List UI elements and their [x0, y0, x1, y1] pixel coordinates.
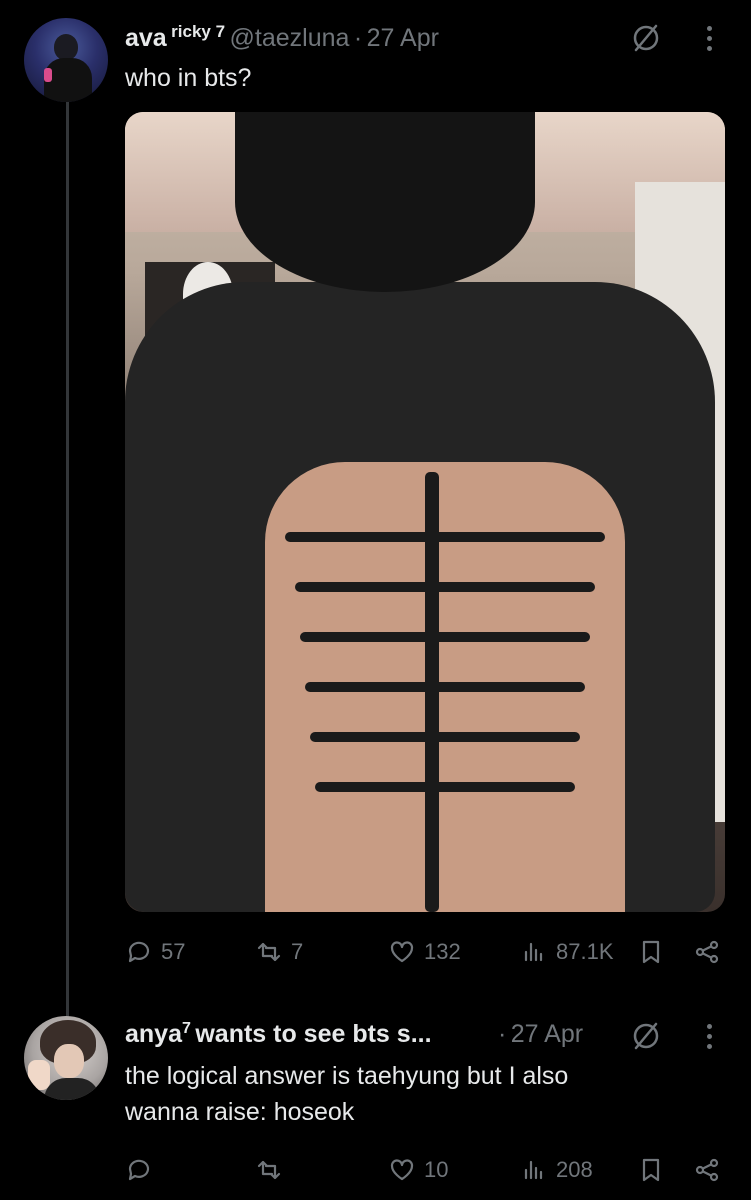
name-suffix[interactable]: ricky 7: [171, 22, 225, 41]
like-button[interactable]: 132: [388, 932, 461, 972]
tweet-image[interactable]: [125, 112, 725, 912]
avatar[interactable]: [24, 18, 108, 102]
like-count: 10: [424, 1157, 449, 1182]
reply-icon: [128, 1159, 150, 1181]
reply-header: anya7 wants to see bts s...: [125, 1020, 432, 1049]
grok-icon[interactable]: [630, 1020, 662, 1052]
date[interactable]: 27 Apr: [511, 1020, 583, 1048]
more-icon[interactable]: [704, 26, 714, 56]
separator: ·: [498, 1020, 507, 1048]
repost-button[interactable]: [255, 1150, 291, 1190]
more-icon[interactable]: [704, 1024, 714, 1054]
reply-button[interactable]: [125, 1150, 161, 1190]
repost-count: 7: [291, 939, 304, 964]
reply-button[interactable]: 57: [125, 932, 185, 972]
like-icon: [390, 941, 414, 963]
name-superscript[interactable]: 7: [182, 1020, 191, 1037]
grok-icon[interactable]: [630, 22, 662, 54]
views-count: 208: [556, 1157, 593, 1182]
reply-icon: [128, 941, 150, 963]
thread-line: [66, 100, 69, 1018]
like-count: 132: [424, 939, 461, 964]
tweet-header: ava ricky 7 @taezluna · 27 Apr: [125, 22, 439, 53]
views-count: 87.1K: [556, 939, 614, 964]
display-name[interactable]: ava: [125, 24, 167, 52]
bookmark-icon: [642, 1158, 660, 1182]
reply-text-line-1: the logical answer is taehyung but I als…: [125, 1062, 569, 1090]
views-icon: [524, 1160, 543, 1180]
reply-actions: 10 208: [125, 1150, 725, 1190]
separator: ·: [353, 24, 363, 52]
reply-count: 57: [161, 939, 186, 964]
like-icon: [390, 1159, 414, 1181]
share-icon: [695, 940, 719, 964]
share-button[interactable]: [693, 932, 721, 972]
display-name-rest[interactable]: wants to see bts s...: [195, 1020, 431, 1048]
avatar-figure: [54, 34, 78, 60]
share-button[interactable]: [693, 1150, 721, 1190]
views-icon: [524, 942, 543, 962]
views-button[interactable]: 87.1K: [520, 932, 614, 972]
tweet-text: who in bts?: [125, 64, 252, 92]
bookmark-button[interactable]: [637, 932, 665, 972]
reply-meta: · 27 Apr: [498, 1020, 583, 1049]
reply-text-line-2: wanna raise: hoseok: [125, 1098, 355, 1126]
avatar[interactable]: [24, 1016, 108, 1100]
date[interactable]: 27 Apr: [367, 24, 439, 52]
handle[interactable]: @taezluna: [230, 24, 350, 52]
repost-icon: [257, 1160, 281, 1180]
repost-button[interactable]: 7: [255, 932, 303, 972]
share-icon: [695, 1158, 719, 1182]
bookmark-icon: [642, 940, 660, 964]
bookmark-button[interactable]: [637, 1150, 665, 1190]
repost-icon: [257, 942, 281, 962]
display-name[interactable]: anya: [125, 1020, 182, 1048]
like-button[interactable]: 10: [388, 1150, 448, 1190]
tweet-actions: 57 7 132 87.1K: [125, 932, 725, 972]
views-button[interactable]: 208: [520, 1150, 593, 1190]
